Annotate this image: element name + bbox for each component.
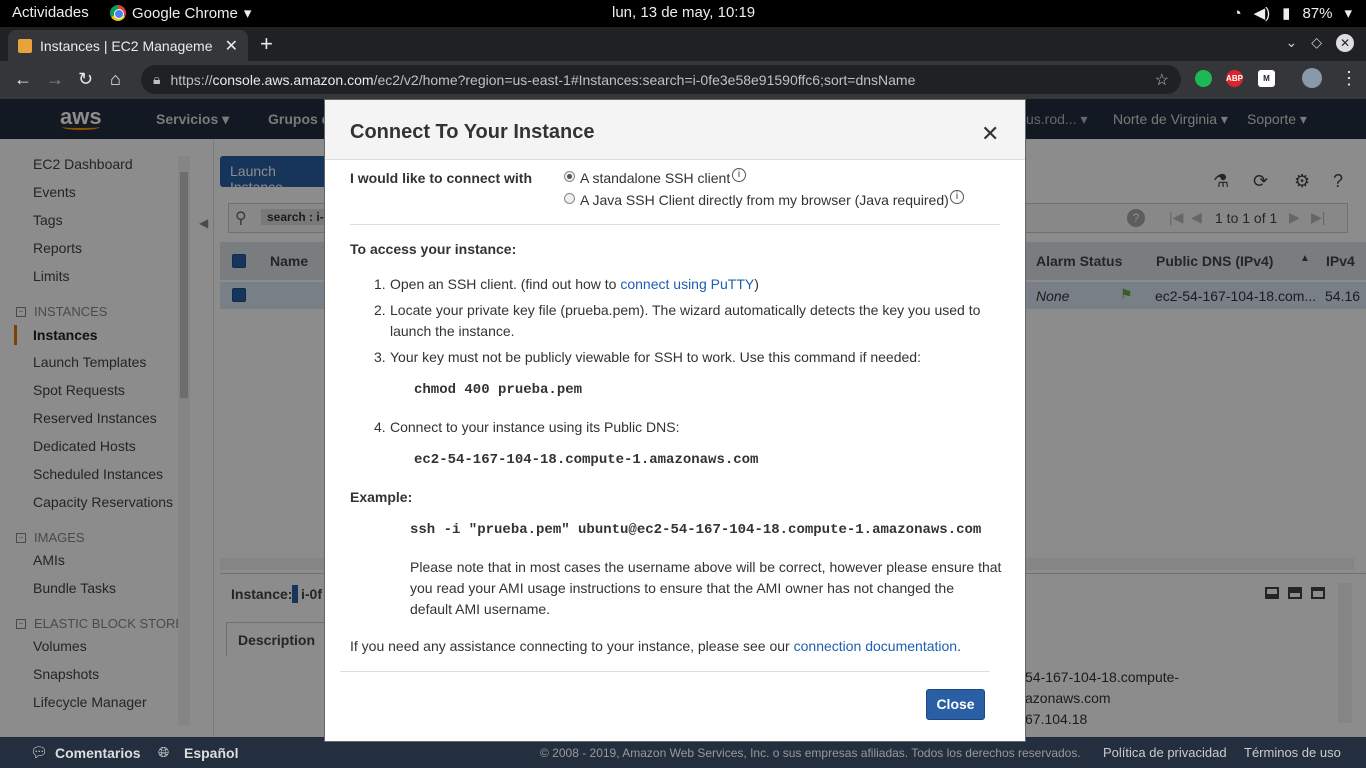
wifi-icon: ◔ <box>1232 4 1242 22</box>
system-top-bar: Actividades Google Chrome ▾ lun, 13 de m… <box>0 0 1366 27</box>
info-icon[interactable]: i <box>732 168 746 182</box>
app-menu[interactable]: Google Chrome ▾ <box>110 4 251 22</box>
radio-standalone-ssh[interactable] <box>564 171 575 182</box>
step4-text: Connect to your instance using its Publi… <box>390 419 680 435</box>
volume-icon: ◀) <box>1253 5 1271 22</box>
step2-line2: launch the instance. <box>390 323 515 339</box>
putty-link[interactable]: connect using PuTTY <box>620 276 754 292</box>
close-tab-icon[interactable]: ✕ <box>225 36 238 56</box>
chevron-down-icon: ▾ <box>243 5 252 22</box>
public-dns-value: ec2-54-167-104-18.compute-1.amazonaws.co… <box>414 452 759 468</box>
forward-icon[interactable]: → <box>46 69 64 90</box>
battery-icon: ▮ <box>1282 5 1291 22</box>
close-icon[interactable]: ✕ <box>981 121 999 147</box>
copyright: © 2008 - 2019, Amazon Web Services, Inc.… <box>540 746 1081 760</box>
adblock-extension-icon[interactable]: ABP <box>1226 70 1243 87</box>
chevron-down-icon: ▾ <box>1344 5 1352 22</box>
step1-number: 1. <box>374 276 386 292</box>
url-path: /ec2/v2/home?region=us-east-1#Instances:… <box>373 71 916 88</box>
radio-java-ssh[interactable] <box>564 193 575 204</box>
close-button[interactable]: Close <box>926 689 985 720</box>
language-selector[interactable]: Español <box>184 745 238 761</box>
extension-green-icon[interactable] <box>1195 70 1212 87</box>
tab-title: Instances | EC2 Manageme <box>40 37 213 54</box>
window-controls: ⌄ ◇ ✕ <box>1285 34 1354 52</box>
app-menu-label: Google Chrome <box>132 4 238 22</box>
home-icon[interactable]: ⌂ <box>110 69 121 90</box>
chrome-menu-icon[interactable]: ⋮ <box>1340 68 1358 89</box>
example-command: ssh -i "prueba.pem" ubuntu@ec2-54-167-10… <box>410 522 982 538</box>
step3-number: 3. <box>374 349 386 365</box>
new-tab-button[interactable]: + <box>260 31 273 57</box>
terms-link[interactable]: Términos de uso <box>1244 745 1341 760</box>
system-tray[interactable]: ◔ ◀) ▮ 87% ▾ <box>1232 4 1352 23</box>
aws-favicon-icon <box>18 38 32 53</box>
chrome-icon <box>110 5 126 21</box>
reload-icon[interactable]: ↻ <box>78 69 93 90</box>
globe-icon: 🌐︎ <box>158 744 170 760</box>
close-window-icon[interactable]: ✕ <box>1336 34 1354 52</box>
activities-button[interactable]: Actividades <box>12 4 89 21</box>
step2-number: 2. <box>374 302 386 318</box>
note-line3: default AMI username. <box>410 601 551 617</box>
step3-text: Your key must not be publicly viewable f… <box>390 349 921 365</box>
feedback-link[interactable]: Comentarios <box>55 745 141 761</box>
divider <box>340 671 990 672</box>
speech-bubble-icon: 💬︎ <box>30 744 48 760</box>
chmod-command: chmod 400 prueba.pem <box>414 382 583 398</box>
tab-search-icon[interactable]: ⌄ <box>1285 34 1297 52</box>
battery-level: 87% <box>1302 4 1333 22</box>
example-label: Example: <box>350 489 413 505</box>
restore-icon[interactable]: ◇ <box>1311 34 1322 52</box>
divider <box>350 224 1000 225</box>
extension-m-icon[interactable]: M <box>1258 70 1275 87</box>
profile-avatar[interactable] <box>1302 68 1322 88</box>
access-heading: To access your instance: <box>350 241 517 257</box>
bookmark-star-icon[interactable]: ☆ <box>1155 70 1169 90</box>
assist-text: If you need any assistance connecting to… <box>350 638 961 654</box>
connect-with-label: I would like to connect with <box>350 170 533 186</box>
dialog-title: Connect To Your Instance <box>350 121 595 143</box>
clock[interactable]: lun, 13 de may, 10:19 <box>612 4 755 21</box>
note-line2: you read your AMI usage instructions to … <box>410 580 954 596</box>
info-icon[interactable]: i <box>950 190 964 204</box>
note-line1: Please note that in most cases the usern… <box>410 559 1002 575</box>
url-scheme: https:// <box>170 71 213 88</box>
browser-tab[interactable]: Instances | EC2 Manageme ✕ <box>8 30 248 61</box>
step2-line1: Locate your private key file (prueba.pem… <box>390 302 981 318</box>
step1-text: Open an SSH client. (find out how to con… <box>390 276 759 292</box>
back-icon[interactable]: ← <box>14 69 32 90</box>
privacy-link[interactable]: Política de privacidad <box>1103 745 1227 760</box>
step4-number: 4. <box>374 419 386 435</box>
lock-icon: 🔒︎ <box>153 71 161 87</box>
option-standalone-label[interactable]: A standalone SSH client <box>580 170 730 186</box>
url-domain: console.aws.amazon.com <box>212 71 374 88</box>
option-java-label[interactable]: A Java SSH Client directly from my brows… <box>580 192 949 208</box>
address-bar[interactable]: 🔒︎ https://console.aws.amazon.com/ec2/v2… <box>141 65 1181 94</box>
connection-documentation-link[interactable]: connection documentation <box>794 638 957 654</box>
